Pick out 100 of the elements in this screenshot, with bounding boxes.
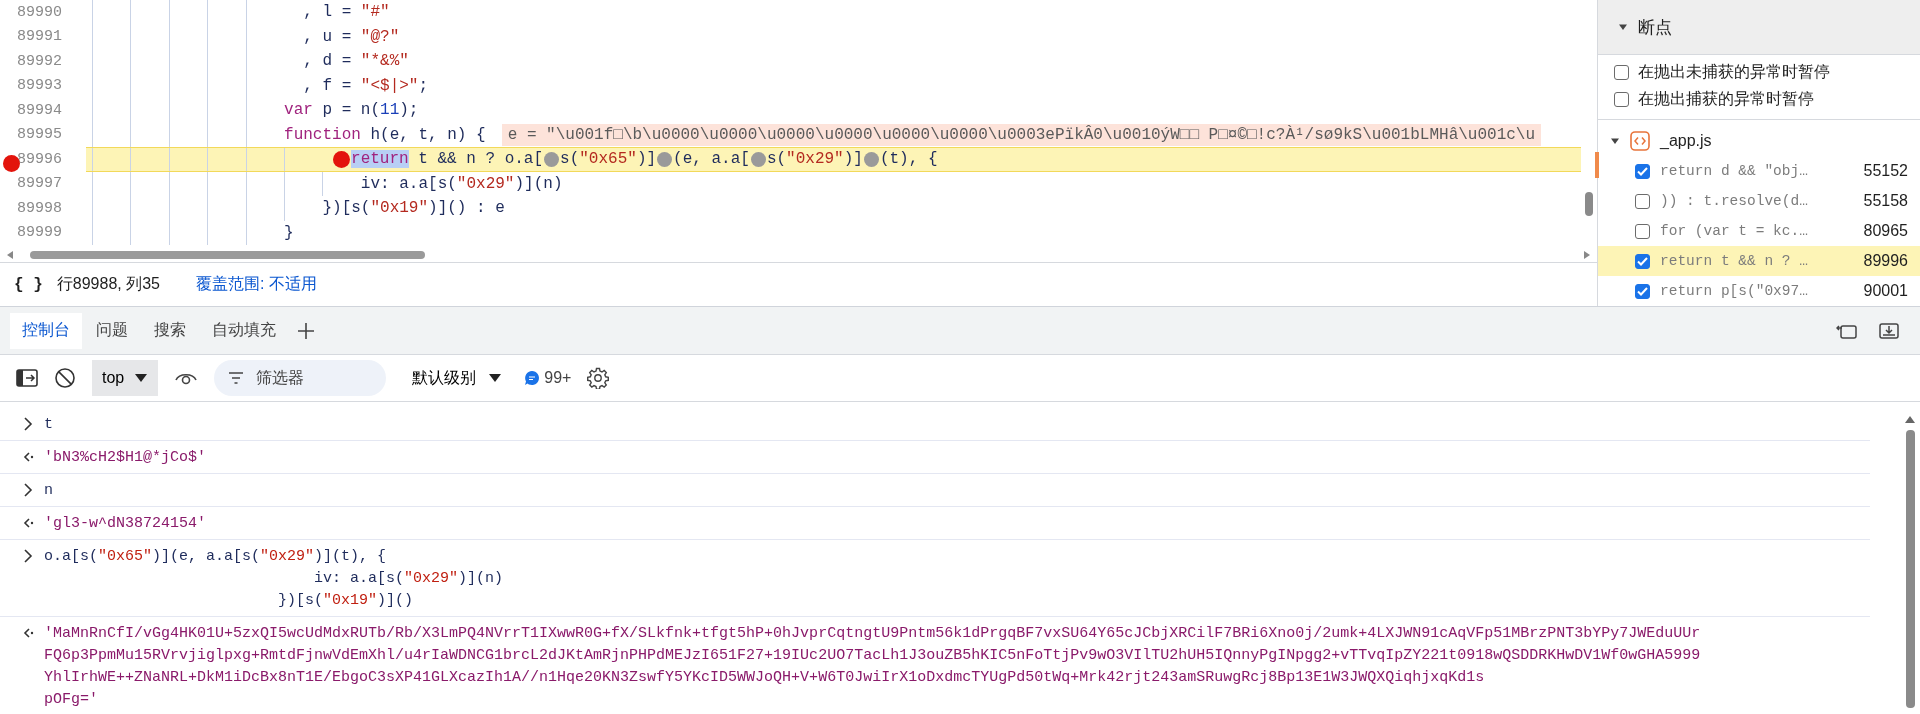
scroll-left-icon[interactable]: [6, 250, 14, 260]
option-label[interactable]: 在抛出捕获的异常时暂停: [1638, 89, 1814, 110]
breakpoint-code[interactable]: )) : t.resolve(d…: [1660, 193, 1854, 209]
dock-icon[interactable]: [1878, 320, 1900, 341]
scroll-right-icon[interactable]: [1583, 250, 1591, 260]
filter-icon: [228, 372, 245, 384]
breakpoint-line: 55158: [1863, 192, 1908, 210]
format-button[interactable]: { }: [14, 275, 43, 294]
log-level-dropdown[interactable]: 默认级别: [406, 366, 509, 390]
console-input-text: n: [44, 481, 53, 499]
console-input-text: iv: a.a[s("0x29")](n): [314, 569, 504, 587]
result-arrow-icon: [22, 450, 34, 464]
checkbox[interactable]: [1635, 283, 1650, 299]
code-text: var p = n(11);: [284, 101, 419, 120]
drawer-tab[interactable]: 自动填充: [200, 312, 288, 349]
scrollbar-thumb[interactable]: [30, 251, 425, 259]
inline-breakpoint-icon[interactable]: [544, 151, 560, 167]
code-text: , f = "<$|>";: [303, 76, 429, 95]
breakpoint-line: 89996: [1863, 252, 1908, 270]
code-text: s("0x29")]: [766, 150, 863, 169]
message-icon[interactable]: [524, 370, 541, 386]
scrollbar-thumb[interactable]: [1585, 192, 1593, 216]
drawer-tab[interactable]: 控制台: [10, 312, 82, 349]
add-tab-icon[interactable]: [296, 320, 316, 341]
drawer-tab[interactable]: 搜索: [142, 312, 198, 349]
file-icon: [1630, 131, 1650, 151]
result-text: 'MaMnRnCfI/vGg4HK01U+5zxQI5wcUdMdxRUTb/Rb/X3LmPQ4NVrrT1IXwwR0G+fX/SLkfnk+tfgt5hP+0hJvprCqtngtU9Pntm56k1dPrgqBF7vxSU64Y65cJCbjXRCilF7BRi6Xno0j/2umk+4LXJWN91cAqVFp51MBrzPNT3bYPy7JWEduUUr: [44, 624, 1701, 642]
breakpoint-code[interactable]: for (var t = kc.…: [1660, 223, 1854, 239]
console-input-text: o.a[s("0x65")](e, a.a[s("0x29")](t), {: [44, 547, 387, 565]
option-label[interactable]: 在抛出未捕获的异常时暂停: [1638, 62, 1830, 83]
result-arrow-icon: [22, 516, 34, 530]
scrollbar-thumb[interactable]: [1906, 430, 1915, 708]
cursor-position: 行89988, 列35: [56, 274, 160, 294]
caret-icon: [488, 373, 503, 383]
context-dropdown[interactable]: top: [92, 360, 159, 396]
inline-breakpoint-icon[interactable]: [333, 150, 351, 168]
result-text: 'gl3-w^dN38724154': [44, 514, 207, 532]
code-text: })[s("0x19")]() : e: [322, 199, 505, 218]
breakpoint-code[interactable]: return p[s("0x97…: [1660, 283, 1854, 299]
prompt-chevron-icon: [23, 483, 33, 497]
result-text: pOFg=': [44, 690, 98, 708]
checkbox[interactable]: [1614, 92, 1629, 107]
line-number: 89990: [17, 3, 62, 21]
result-arrow-icon: [22, 626, 34, 640]
code-text: , u = "@?": [303, 27, 400, 46]
line-number: 89999: [17, 224, 62, 242]
console-input-text: t: [44, 415, 53, 433]
message-count: 99+: [544, 369, 572, 387]
code-text: s("0x65")]: [560, 150, 657, 169]
code-text: }: [284, 223, 294, 242]
code-text: , d = "*&%": [303, 52, 409, 71]
inline-breakpoint-icon[interactable]: [750, 151, 766, 167]
checkbox[interactable]: [1635, 253, 1650, 269]
code-text: , l = "#": [303, 3, 390, 22]
code-text: (t), {: [879, 150, 938, 169]
section-title[interactable]: 断点: [1638, 15, 1672, 39]
prompt-chevron-icon: [23, 549, 33, 563]
line-number: 89992: [17, 52, 62, 70]
prompt-chevron-icon: [23, 417, 33, 431]
breakpoint-icon[interactable]: [3, 154, 20, 172]
line-number: 89998: [17, 199, 62, 217]
code-text: iv: a.a[s("0x29")](n): [360, 174, 563, 193]
code-text: return t && n ? o.a[: [351, 150, 544, 169]
line-number: 89993: [17, 77, 62, 95]
checkbox[interactable]: [1614, 65, 1629, 80]
inline-breakpoint-icon[interactable]: [863, 151, 879, 167]
breakpoint-line: 55152: [1863, 162, 1908, 180]
breakpoint-line: 90001: [1863, 282, 1908, 300]
checkbox[interactable]: [1635, 193, 1650, 209]
expand-icon[interactable]: [1618, 22, 1628, 32]
inline-breakpoint-icon[interactable]: [657, 151, 673, 167]
coverage-link[interactable]: 覆盖范围: 不适用: [196, 274, 317, 295]
line-number: 89996: [17, 150, 62, 168]
breakpoint-line: 80965: [1863, 222, 1908, 240]
result-text: FQ6p3PpmMu15RVrvjiglpxg+RmtdFjnwVdEmXhl/u4rIaWDNCG1brcL2dJKtAmRjnPHPdMEJzI651F27+19IUc2UO7TacLh1J3ouZB5hKIC5nFoTtjPv9wO3VIlTU2hUH5IQnnyPgINpgg2+vTTvqIpZY221t0918wQSDDRKHwDV1Wf0wGHA5999: [44, 646, 1701, 664]
breakpoint-code[interactable]: return t && n ? …: [1660, 253, 1854, 269]
line-number: 89994: [17, 101, 62, 119]
drawer-tab[interactable]: 问题: [84, 312, 140, 349]
filter-field[interactable]: 筛选器: [214, 360, 387, 396]
filter-placeholder: 筛选器: [256, 367, 305, 388]
breakpoint-code[interactable]: return d && "obj…: [1660, 163, 1854, 179]
file-name[interactable]: _app.js: [1660, 132, 1712, 150]
checkbox[interactable]: [1635, 223, 1650, 239]
expand-icon[interactable]: [1610, 136, 1620, 146]
sidebar-toggle-icon[interactable]: [16, 369, 38, 387]
scrollbar-marker: [1595, 152, 1599, 178]
caret-icon: [134, 373, 149, 383]
line-number: 89995: [17, 126, 62, 144]
line-number: 89991: [17, 28, 62, 46]
result-text: YhlIrhWE++ZNaNRL+DkM1iDcBx8nT1E/EbgoC3sXP41GLXcazIh1A//n1Hqe20KN3ZswfY5YKcID5WWJoQH+V+W6T0JwiIrX1oDxdmcTYUgPd50tWq+Mrk42rjt243amSRuwgRcj8Bp13E1W3JWQXQiqhjxqKd1s: [44, 668, 1485, 686]
settings-icon[interactable]: [587, 367, 610, 389]
code-text: (e, a.a[: [673, 150, 750, 169]
checkbox[interactable]: [1635, 163, 1650, 179]
scroll-up-icon[interactable]: [1904, 414, 1916, 424]
console-input-text: })[s("0x19")](): [278, 591, 414, 609]
code-text: function h(e, t, n) {: [284, 125, 486, 144]
line-number: 89997: [17, 175, 62, 193]
inline-value: e = "\u001f□\b\u0000\u0000\u0000\u0000\u0000\u0000\u0003ePïkÂ0\u0010ýW□□ P□¤©□!c?À¹/sø9kS\u001bLMHâ\u001c\u: [501, 123, 1542, 146]
result-text: 'bN3%cH2$H1@*jCo$': [44, 448, 207, 466]
clear-console-icon[interactable]: [54, 367, 76, 389]
